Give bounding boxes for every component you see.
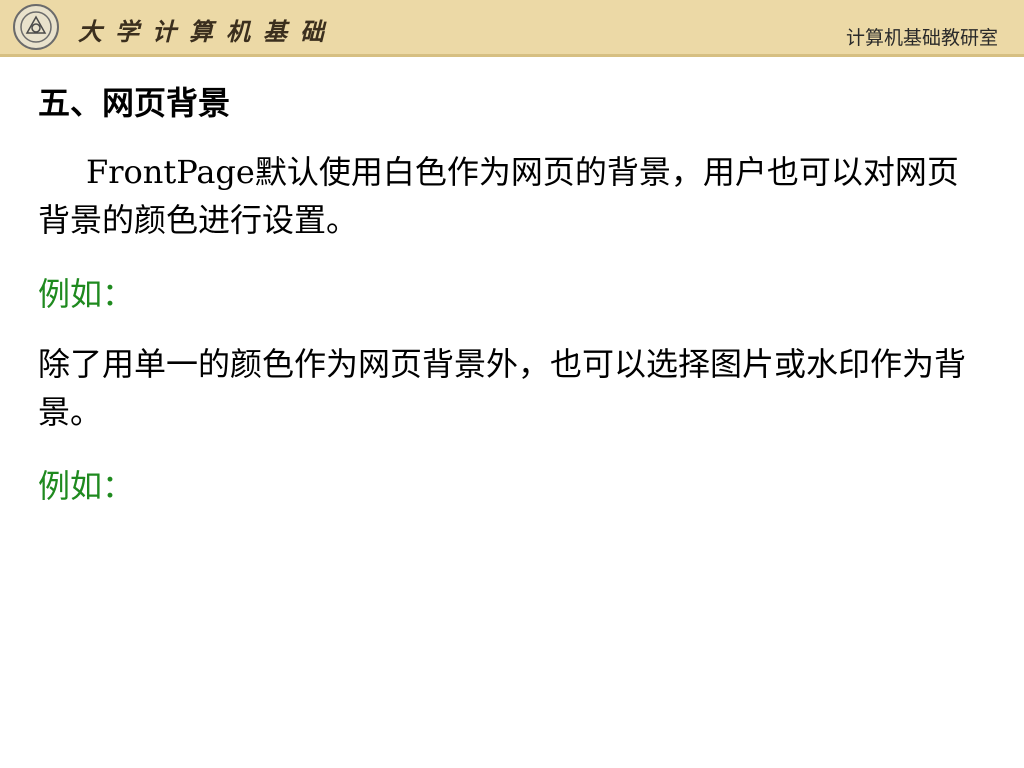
example-label-1: 例如：	[38, 275, 135, 313]
paragraph-image-background: 除了用单一的颜色作为网页背景外，也可以选择图片或水印作为背景。	[38, 345, 967, 431]
slide-header: 大学计算机基础 计算机基础教研室	[0, 0, 1024, 54]
example-label-2: 例如：	[38, 467, 135, 505]
header-divider	[0, 54, 1024, 57]
slide-heading: 五、网页背景	[38, 84, 231, 122]
department-label: 计算机基础教研室	[845, 27, 998, 49]
paragraph-default-background: FrontPage默认使用白色作为网页的背景，用户也可以对网页背景的颜色进行设置…	[38, 153, 959, 239]
course-title: 大学计算机基础	[78, 17, 337, 46]
university-seal-icon	[13, 4, 59, 50]
